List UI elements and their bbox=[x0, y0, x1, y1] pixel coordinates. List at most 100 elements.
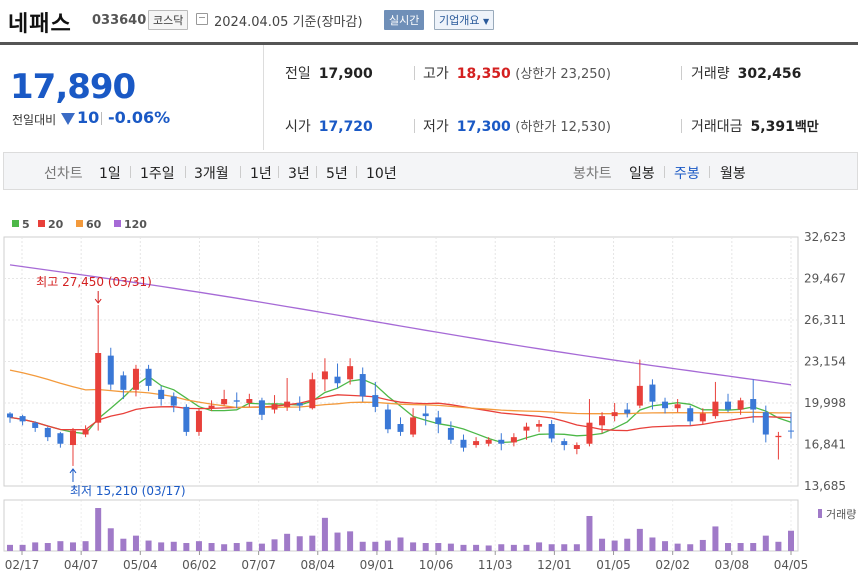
candle-body bbox=[57, 433, 64, 444]
volume-bar bbox=[44, 543, 51, 551]
min-annotation: 최저 15,210 (03/17) bbox=[70, 484, 186, 498]
legend-swatch bbox=[76, 220, 83, 227]
volume-bar bbox=[321, 517, 328, 551]
volume-bar bbox=[498, 544, 505, 551]
moving-average-lines bbox=[9, 264, 792, 444]
volume-bar bbox=[95, 508, 102, 551]
volume-bar bbox=[662, 541, 669, 551]
y-tick-label: 26,311 bbox=[804, 313, 846, 327]
y-tick-label: 16,841 bbox=[804, 438, 846, 452]
x-axis: 02/17 04/07 05/04 06/02 07/07 08/04 09/01 10/06… bbox=[5, 551, 808, 572]
volume-bar bbox=[82, 541, 89, 551]
candle-body bbox=[107, 355, 114, 385]
legend-swatch bbox=[38, 220, 45, 227]
volume-bar bbox=[372, 541, 379, 551]
x-tick-label: 10/06 bbox=[419, 558, 454, 572]
volume-bar bbox=[649, 537, 656, 551]
x-tick-label: 12/01 bbox=[537, 558, 572, 572]
volume-bar bbox=[183, 543, 190, 551]
x-tick-label: 02/02 bbox=[655, 558, 690, 572]
volume-bar bbox=[536, 542, 543, 551]
candle-body bbox=[737, 400, 744, 410]
candle-body bbox=[170, 396, 177, 406]
volume-label: 거래량 bbox=[826, 508, 856, 521]
candle-body bbox=[447, 427, 454, 440]
volume-bar bbox=[762, 535, 769, 551]
candle-body bbox=[132, 368, 139, 390]
volume-bar bbox=[410, 542, 417, 551]
volume-bar bbox=[599, 538, 606, 551]
legend-swatch bbox=[114, 220, 121, 227]
volume-bar bbox=[158, 542, 165, 551]
candle-body bbox=[32, 422, 39, 428]
candle-body bbox=[536, 424, 543, 427]
candle-body bbox=[384, 409, 391, 430]
ma-line-60 bbox=[9, 369, 791, 415]
volume-bar bbox=[384, 540, 391, 551]
legend-label: 60 bbox=[86, 218, 102, 231]
volume-bar bbox=[246, 541, 253, 551]
volume-bar bbox=[485, 545, 492, 551]
volume-bar bbox=[447, 543, 454, 551]
candle-body bbox=[674, 404, 681, 409]
x-tick-label: 04/07 bbox=[64, 558, 99, 572]
candle-body bbox=[498, 439, 505, 444]
candle-body bbox=[599, 416, 606, 426]
volume-bar bbox=[523, 544, 530, 551]
volume-bar bbox=[145, 540, 152, 551]
x-tick-label: 08/04 bbox=[300, 558, 335, 572]
candle-body bbox=[624, 409, 631, 414]
candle-body bbox=[460, 439, 467, 448]
volume-bar bbox=[624, 538, 631, 551]
volume-bar bbox=[347, 531, 354, 551]
candle-body bbox=[82, 429, 89, 435]
candle-body bbox=[334, 376, 341, 384]
volume-bar bbox=[712, 526, 719, 551]
volume-bar bbox=[548, 544, 555, 551]
x-tick-label: 11/03 bbox=[478, 558, 513, 572]
x-tick-label: 03/08 bbox=[715, 558, 750, 572]
x-tick-label: 07/07 bbox=[241, 558, 276, 572]
volume-bar bbox=[271, 539, 278, 551]
x-tick-label: 06/02 bbox=[182, 558, 217, 572]
volume-bar bbox=[132, 535, 139, 551]
candle-body bbox=[19, 416, 26, 422]
candle-body bbox=[321, 371, 328, 380]
volume-bar bbox=[435, 543, 442, 551]
y-axis: 32,623 29,467 26,311 23,154 19,998 16,841 13,6… bbox=[804, 230, 846, 493]
volume-bar bbox=[687, 544, 694, 551]
candle-body bbox=[422, 413, 429, 417]
legend-label: 5 bbox=[22, 218, 30, 231]
candle-body bbox=[410, 417, 417, 435]
volume-bar bbox=[334, 532, 341, 551]
candle-body bbox=[712, 401, 719, 417]
volume-bar bbox=[775, 541, 782, 551]
candle-body bbox=[284, 401, 291, 407]
volume-bar bbox=[473, 544, 480, 551]
x-tick-label: 09/01 bbox=[360, 558, 395, 572]
candle-body bbox=[788, 430, 794, 432]
candle-body bbox=[95, 353, 102, 423]
volume-bar bbox=[284, 533, 291, 551]
candle-body bbox=[44, 427, 51, 438]
candle-body bbox=[246, 399, 253, 403]
candle-body bbox=[485, 439, 492, 444]
volume-bar bbox=[107, 528, 114, 551]
candle-body bbox=[750, 399, 757, 410]
candle-body bbox=[359, 374, 366, 397]
candle-body bbox=[309, 379, 316, 409]
x-tick-label: 05/04 bbox=[123, 558, 158, 572]
legend-swatch bbox=[12, 220, 19, 227]
volume-bar bbox=[170, 541, 177, 551]
y-tick-label: 13,685 bbox=[804, 479, 846, 493]
volume-bar bbox=[221, 544, 228, 551]
candle-body bbox=[221, 399, 228, 405]
volume-bar bbox=[725, 543, 732, 551]
volume-bar bbox=[359, 541, 366, 551]
candle-body bbox=[372, 395, 379, 407]
candle-body bbox=[435, 417, 442, 425]
volume-bar bbox=[510, 544, 517, 551]
volume-bar bbox=[750, 543, 757, 551]
candle-body bbox=[548, 424, 555, 439]
candle-body bbox=[636, 385, 643, 406]
